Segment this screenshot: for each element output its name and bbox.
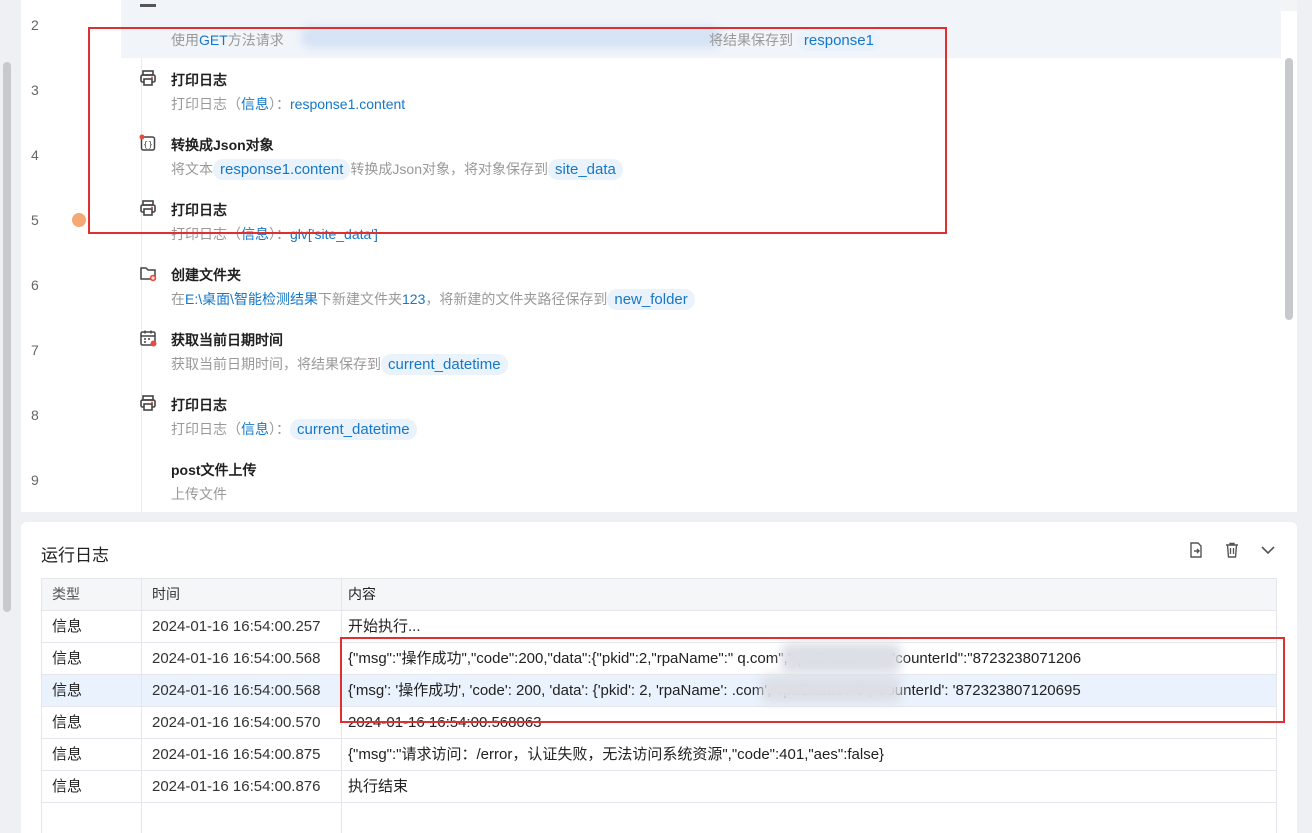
line-number: 7 (31, 342, 39, 358)
table-empty-area (42, 803, 1276, 833)
flow-editor: 2 3 4 5 6 7 8 9 使用GET方法请求 将结果保存到 respons… (21, 0, 1297, 512)
line-number: 3 (31, 82, 39, 98)
step-title: 打印日志 (171, 397, 227, 413)
step-description: 获取当前日期时间，将结果保存到 current_datetime (171, 354, 508, 375)
step-title: 创建文件夹 (171, 267, 241, 283)
step-print-log[interactable]: 打印日志 打印日志（信息）：response1.content (121, 59, 1281, 121)
log-time: 2024-01-16 16:54:00.568 (142, 643, 342, 674)
log-time: 2024-01-16 16:54:00.875 (142, 739, 342, 770)
table-row[interactable]: 信息 2024-01-16 16:54:00.568 {"msg":"操作成功"… (42, 643, 1276, 675)
trash-icon[interactable] (1223, 541, 1241, 559)
log-table-header: 类型 时间 内容 (42, 579, 1276, 611)
step-description: 打印日志（信息）： current_datetime (171, 419, 417, 440)
log-type: 信息 (42, 707, 142, 738)
step-get-datetime[interactable]: 获取当前日期时间 获取当前日期时间，将结果保存到 current_datetime (121, 319, 1281, 381)
log-content: 开始执行... (348, 618, 421, 635)
step-description: 打印日志（信息）：response1.content (171, 96, 406, 112)
redacted-url (301, 26, 721, 48)
http-request-icon (139, 0, 157, 18)
table-row[interactable]: 信息 2024-01-16 16:54:00.875 {"msg":"请求访问：… (42, 739, 1276, 771)
variable-tag[interactable]: new_folder (607, 289, 695, 310)
log-type: 信息 (42, 611, 142, 642)
table-row[interactable]: 信息 2024-01-16 16:54:00.570 2024-01-16 16… (42, 707, 1276, 739)
log-panel-title: 运行日志 (41, 546, 109, 565)
step-description-save: 将结果保存到 response1 (709, 30, 881, 51)
log-type: 信息 (42, 675, 142, 706)
column-header-type: 类型 (42, 579, 142, 610)
step-title: post文件上传 (171, 462, 257, 478)
step-convert-json[interactable]: {} 转换成Json对象 将文本 response1.content 转换成Json… (121, 124, 1281, 186)
log-content: 执行结束 (348, 778, 409, 795)
line-number: 6 (31, 277, 39, 293)
step-print-log[interactable]: 打印日志 打印日志（信息）： current_datetime (121, 384, 1281, 446)
column-header-content: 内容 (348, 586, 376, 602)
variable-tag[interactable]: current_datetime (381, 354, 508, 375)
chevron-down-icon[interactable] (1259, 541, 1277, 559)
log-type: 信息 (42, 643, 142, 674)
step-http-request[interactable]: 使用GET方法请求 将结果保存到 response1 (121, 0, 1281, 58)
step-title: 转换成Json对象 (171, 137, 274, 153)
json-icon: {} (139, 134, 157, 152)
line-number: 9 (31, 472, 39, 488)
log-content: 2024-01-16 16:54:00.568063 (348, 714, 542, 731)
redacted-value (761, 675, 901, 703)
log-time: 2024-01-16 16:54:00.257 (142, 611, 342, 642)
run-log-panel: 运行日志 类型 时间 内容 信息 2024-01-16 16:54:00.257… (21, 522, 1297, 833)
step-description: 打印日志（信息）：glv['site_data'] (171, 226, 378, 242)
step-create-folder[interactable]: 创建文件夹 在E:\桌面\智能检测结果下新建文件夹123，将新建的文件夹路径保存… (121, 254, 1281, 316)
step-description: 在E:\桌面\智能检测结果下新建文件夹123，将新建的文件夹路径保存到 new_f… (171, 289, 695, 310)
printer-icon (139, 394, 157, 412)
step-title: 打印日志 (171, 72, 227, 88)
log-type: 信息 (42, 771, 142, 802)
log-type: 信息 (42, 739, 142, 770)
step-description: 将文本 response1.content 转换成Json对象，将对象保存到 site… (171, 159, 623, 180)
breakpoint-marker[interactable] (72, 213, 86, 227)
column-header-time: 时间 (142, 579, 342, 610)
printer-icon (139, 69, 157, 87)
variable-tag[interactable]: current_datetime (290, 419, 417, 440)
log-time: 2024-01-16 16:54:00.570 (142, 707, 342, 738)
calendar-icon (139, 329, 157, 347)
line-number: 5 (31, 212, 39, 228)
printer-icon (139, 199, 157, 217)
redacted-value (781, 643, 901, 673)
line-number: 2 (31, 17, 39, 33)
table-row[interactable]: 信息 2024-01-16 16:54:00.257 开始执行... (42, 611, 1276, 643)
step-description: 使用GET方法请求 (171, 32, 284, 48)
window-scrollbar[interactable] (3, 62, 11, 612)
log-toolbar (1187, 541, 1277, 559)
line-gutter: 2 3 4 5 6 7 8 9 (21, 0, 121, 512)
step-description: 上传文件 (171, 486, 227, 502)
line-number: 8 (31, 407, 39, 423)
folder-add-icon (139, 264, 157, 282)
export-icon[interactable] (1187, 541, 1205, 559)
step-post-upload[interactable]: post文件上传 上传文件 (121, 449, 1281, 511)
table-row[interactable]: 信息 2024-01-16 16:54:00.876 执行结束 (42, 771, 1276, 803)
log-time: 2024-01-16 16:54:00.876 (142, 771, 342, 802)
step-title: 打印日志 (171, 202, 227, 218)
log-table: 类型 时间 内容 信息 2024-01-16 16:54:00.257 开始执行… (41, 578, 1277, 833)
log-content: {"msg":"请求访问：/error，认证失败，无法访问系统资源","code… (348, 746, 885, 763)
step-print-log[interactable]: 打印日志 打印日志（信息）：glv['site_data'] (121, 189, 1281, 251)
svg-text:{}: {} (143, 140, 153, 149)
variable-tag[interactable]: site_data (548, 159, 623, 180)
line-number: 4 (31, 147, 39, 163)
variable-tag[interactable]: response1.content (213, 159, 351, 180)
log-time: 2024-01-16 16:54:00.568 (142, 675, 342, 706)
variable-tag[interactable]: response1 (796, 30, 881, 51)
step-title: 获取当前日期时间 (171, 332, 283, 348)
table-row[interactable]: 信息 2024-01-16 16:54:00.568 {'msg': '操作成功… (42, 675, 1276, 707)
flow-scrollbar[interactable] (1285, 58, 1293, 320)
